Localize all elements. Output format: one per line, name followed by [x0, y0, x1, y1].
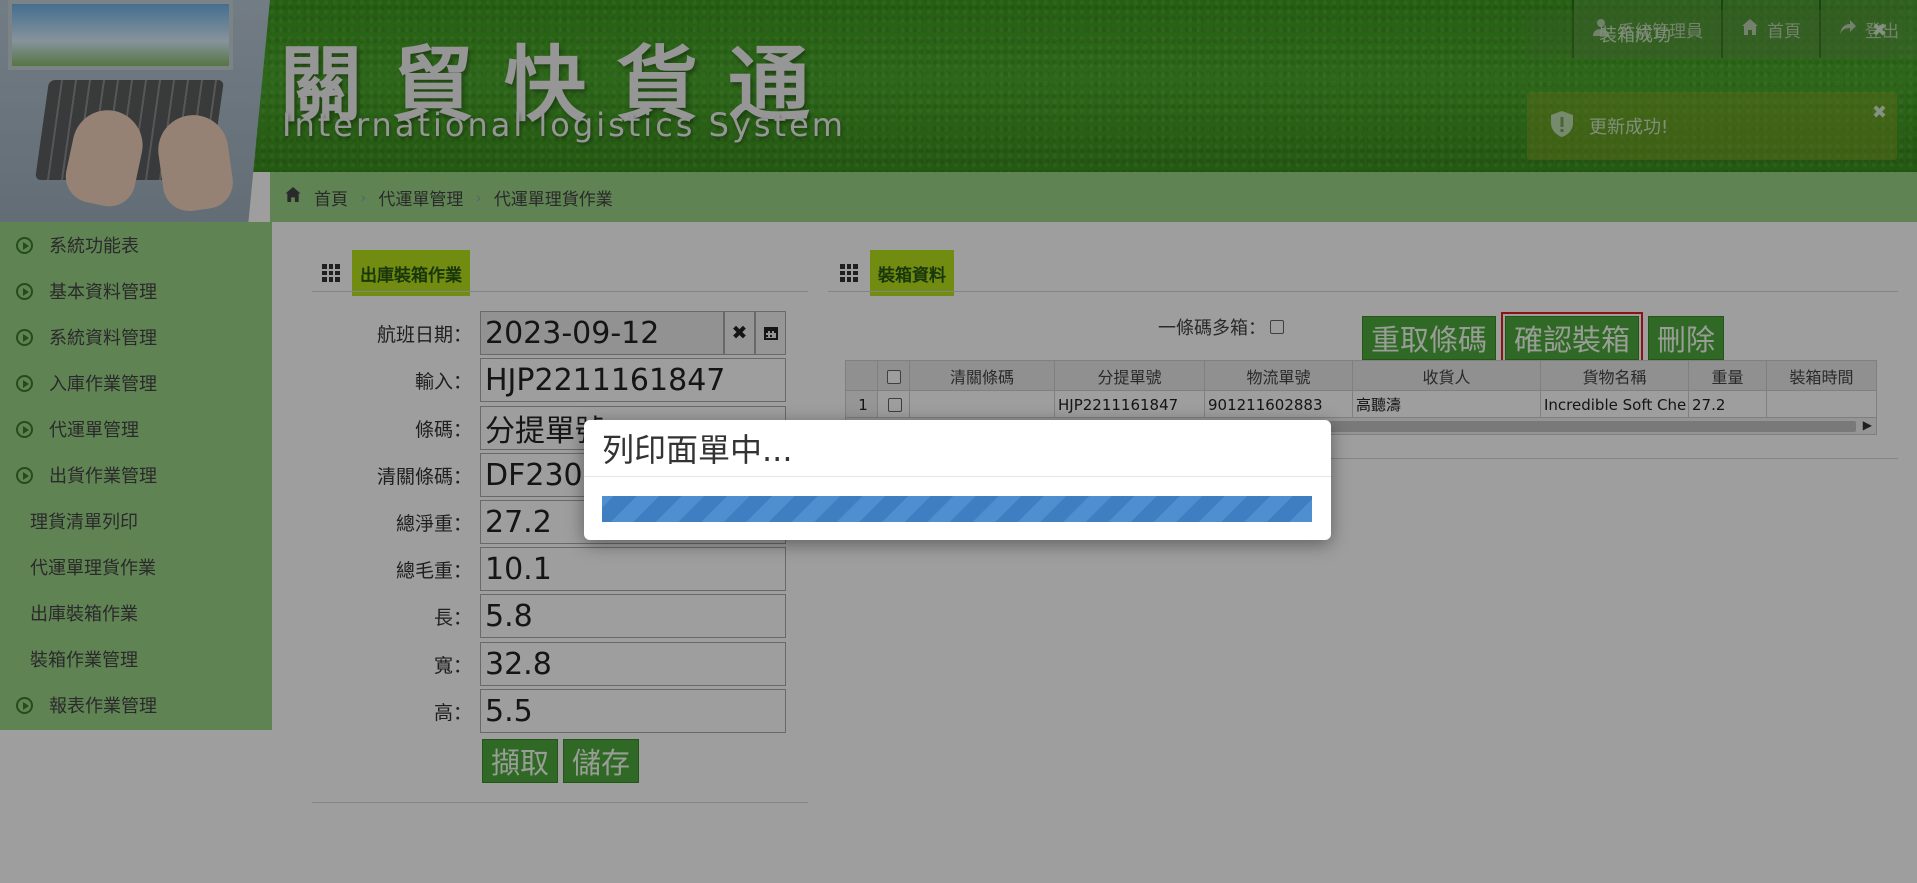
dialog-title: 列印面單中...: [584, 420, 1331, 477]
progress-bar: [602, 496, 1312, 522]
printing-dialog: 列印面單中...: [584, 420, 1331, 540]
progress-bar-fill: [602, 496, 1312, 522]
